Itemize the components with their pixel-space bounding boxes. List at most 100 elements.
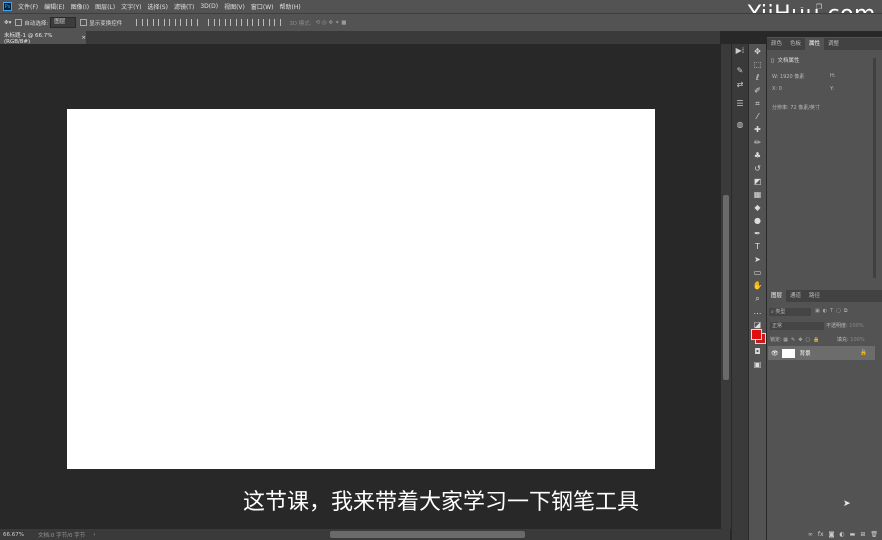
align-vcenter-icon[interactable]	[147, 19, 155, 26]
lock-icons[interactable]: ▦✎✥▢🔒	[783, 337, 822, 343]
tab-paths[interactable]: 路径	[805, 290, 824, 302]
eyedropper-tool-icon[interactable]: ⁄	[752, 111, 763, 122]
more-tools-icon[interactable]: …	[752, 306, 763, 317]
menu-filter[interactable]: 滤镜(T)	[174, 2, 194, 11]
align-hcenter-icon[interactable]	[180, 19, 188, 26]
fx-icon[interactable]: fx	[818, 531, 824, 538]
3d-pan-icon[interactable]: ✥	[329, 20, 334, 26]
eraser-tool-icon[interactable]: ◩	[752, 176, 763, 187]
tab-channels[interactable]: 通道	[786, 290, 805, 302]
menu-window[interactable]: 窗口(W)	[251, 2, 274, 11]
auto-select-checkbox[interactable]	[15, 19, 23, 26]
brush-tool-icon[interactable]: ✏	[752, 137, 763, 148]
lasso-tool-icon[interactable]: ℓ	[752, 72, 763, 83]
blend-mode-dropdown[interactable]: 正常	[770, 322, 824, 330]
smart-filter-icon[interactable]: ⧉	[844, 308, 851, 314]
link-icon[interactable]: ∞	[808, 531, 813, 538]
shape-filter-icon[interactable]: ▢	[836, 308, 844, 314]
type-tool-icon[interactable]: T	[752, 241, 763, 252]
libraries-icon[interactable]: ◍	[735, 120, 745, 130]
rectangle-tool-icon[interactable]: ▭	[752, 267, 763, 278]
tab-adjustments[interactable]: 调整	[824, 38, 843, 50]
distribute-vcenter-icon[interactable]	[219, 19, 227, 26]
distribute-top-icon[interactable]	[208, 19, 216, 26]
menu-select[interactable]: 选择(S)	[147, 2, 168, 11]
play-actions-icon[interactable]: ▶⁞	[735, 46, 745, 56]
align-left-icon[interactable]	[169, 19, 177, 26]
align-right-icon[interactable]	[191, 19, 199, 26]
quick-mask-icon[interactable]: ◘	[752, 346, 763, 357]
menu-view[interactable]: 视图(V)	[224, 2, 245, 11]
3d-scale-icon[interactable]: ■	[341, 20, 346, 26]
quick-select-tool-icon[interactable]: ✐	[752, 85, 763, 96]
history-icon[interactable]: ☰	[735, 99, 745, 109]
align-top-icon[interactable]	[136, 19, 144, 26]
properties-scrollbar[interactable]	[873, 58, 876, 278]
document-canvas[interactable]	[67, 109, 655, 469]
mask-icon[interactable]: ◙	[829, 531, 835, 538]
tab-color[interactable]: 颜色	[767, 38, 786, 50]
new-layer-icon[interactable]: ⊞	[860, 531, 865, 538]
blur-tool-icon[interactable]: ◆	[752, 202, 763, 213]
auto-select-dropdown[interactable]: 图层	[50, 17, 77, 28]
align-bottom-icon[interactable]	[158, 19, 166, 26]
menu-layer[interactable]: 图层(L)	[95, 2, 115, 11]
auto-align-icon[interactable]	[274, 19, 282, 26]
swap-icon[interactable]: ⇄	[735, 80, 745, 90]
menu-3d[interactable]: 3D(D)	[200, 3, 218, 10]
3d-mode-icons: ⟲ ◎ ✥ ✦ ■	[316, 20, 347, 26]
dodge-tool-icon[interactable]: ●	[752, 215, 763, 226]
move-tool-icon[interactable]: ✥	[752, 46, 763, 57]
close-icon[interactable]: ×	[81, 35, 86, 41]
adjust-filter-icon[interactable]: ◐	[823, 308, 830, 314]
distribute-hcenter-icon[interactable]	[252, 19, 260, 26]
tab-swatches[interactable]: 色板	[786, 38, 805, 50]
x-value[interactable]: 0	[779, 86, 782, 92]
hand-tool-icon[interactable]: ✋	[752, 280, 763, 291]
menu-image[interactable]: 图像(I)	[71, 2, 89, 11]
zoom-level[interactable]: 66.67%	[3, 532, 24, 538]
marquee-tool-icon[interactable]: ⬚	[752, 59, 763, 70]
healing-brush-tool-icon[interactable]: ✚	[752, 124, 763, 135]
vertical-scroll-thumb[interactable]	[723, 195, 729, 380]
clone-stamp-tool-icon[interactable]: ♣	[752, 150, 763, 161]
folder-icon[interactable]: ▬	[850, 531, 856, 538]
transform-controls-checkbox[interactable]	[80, 19, 88, 26]
width-value[interactable]: 1920 像素	[780, 74, 804, 80]
document-tab[interactable]: 未标题-1 @ 66.7%(RGB/8#) ×	[0, 31, 86, 45]
layer-row[interactable]: 👁 背景 🔒	[768, 346, 875, 360]
zoom-tool-icon[interactable]: ⌕	[752, 293, 763, 304]
layer-name[interactable]: 背景	[800, 349, 811, 357]
tab-properties[interactable]: 属性	[805, 38, 825, 50]
3d-roll-icon[interactable]: ◎	[322, 20, 327, 26]
distribute-left-icon[interactable]	[241, 19, 249, 26]
menu-file[interactable]: 文件(F)	[18, 2, 38, 11]
distribute-bottom-icon[interactable]	[230, 19, 238, 26]
doc-info[interactable]: 文档:0 字节/0 字节	[38, 531, 85, 539]
crop-tool-icon[interactable]: ⌗	[752, 98, 763, 109]
layer-filter-dropdown[interactable]: ⌕ 类型	[769, 308, 811, 316]
3d-rotate-icon[interactable]: ⟲	[316, 20, 321, 26]
pen-tool-icon[interactable]: ✒	[752, 228, 763, 239]
menu-type[interactable]: 文字(Y)	[121, 2, 141, 11]
tab-layers[interactable]: 图层	[767, 290, 787, 302]
status-arrow-icon[interactable]: ›	[93, 532, 95, 538]
distribute-right-icon[interactable]	[263, 19, 271, 26]
eye-icon[interactable]: 👁	[771, 350, 779, 357]
move-tool-icon[interactable]: ✥▾	[4, 20, 11, 26]
foreground-color-swatch[interactable]	[751, 329, 762, 340]
horizontal-scroll-thumb[interactable]	[330, 531, 525, 538]
brush-settings-icon[interactable]: ✎	[735, 66, 745, 76]
adjustment-icon[interactable]: ◐	[839, 531, 844, 538]
menu-edit[interactable]: 编辑(E)	[44, 2, 64, 11]
screen-mode-icon[interactable]: ▣	[752, 359, 763, 370]
trash-icon[interactable]: 🗑	[870, 531, 878, 538]
opacity-value[interactable]: 100%	[849, 323, 863, 329]
pixel-filter-icon[interactable]: ▣	[815, 308, 823, 314]
3d-slide-icon[interactable]: ✦	[335, 20, 340, 26]
path-select-tool-icon[interactable]: ➤	[752, 254, 763, 265]
history-brush-tool-icon[interactable]: ↺	[752, 163, 763, 174]
menu-help[interactable]: 帮助(H)	[280, 2, 301, 11]
fill-value[interactable]: 100%	[850, 337, 864, 343]
gradient-tool-icon[interactable]: ▦	[752, 189, 763, 200]
